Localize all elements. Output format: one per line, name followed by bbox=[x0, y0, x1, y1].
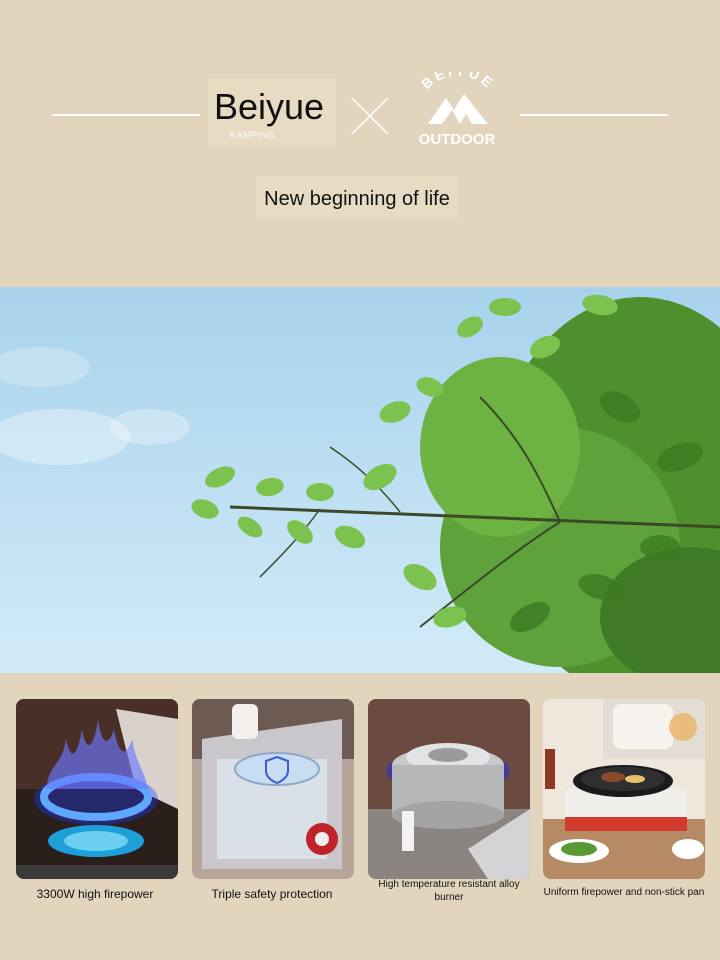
feature-caption-firepower: 3300W high firepower bbox=[36, 887, 154, 901]
brand-block: Beiyue KAMPING bbox=[208, 78, 336, 148]
cross-icon bbox=[351, 97, 389, 135]
grill-pan-food-image bbox=[543, 699, 705, 879]
feature-caption-safety: Triple safety protection bbox=[211, 887, 333, 901]
feature-card-firepower bbox=[16, 699, 178, 879]
beiyue-outdoor-logo: BEIYUE OUTDOOR bbox=[418, 72, 498, 148]
tree-branch-illustration bbox=[0, 294, 720, 673]
feature-caption-pan: Uniform firepower and non-stick pan bbox=[543, 887, 705, 898]
tagline-box: New beginning of life bbox=[256, 176, 458, 220]
stove-safety-shield-image bbox=[192, 699, 354, 879]
features-section: 3300W high firepower Triple safety prote… bbox=[0, 673, 720, 960]
blue-flame-burner-image bbox=[16, 699, 178, 879]
hero-image-tree-sky bbox=[0, 287, 720, 673]
right-divider bbox=[520, 114, 668, 116]
svg-text:OUTDOOR: OUTDOOR bbox=[419, 131, 496, 148]
svg-text:BEIYUE: BEIYUE bbox=[418, 72, 498, 92]
feature-caption-burner: High temperature resistant alloy burner bbox=[378, 879, 520, 903]
left-divider bbox=[52, 114, 200, 116]
feature-card-safety bbox=[192, 699, 354, 879]
feature-card-pan bbox=[543, 699, 705, 879]
alloy-burner-closeup-image bbox=[368, 699, 530, 879]
feature-card-burner bbox=[368, 699, 530, 879]
tagline: New beginning of life bbox=[264, 188, 450, 210]
brand-subtext: KAMPING bbox=[230, 130, 276, 140]
header-band: Beiyue KAMPING BEIYUE OUTDOOR New beginn… bbox=[0, 0, 720, 287]
brand-name: Beiyue bbox=[214, 86, 325, 127]
